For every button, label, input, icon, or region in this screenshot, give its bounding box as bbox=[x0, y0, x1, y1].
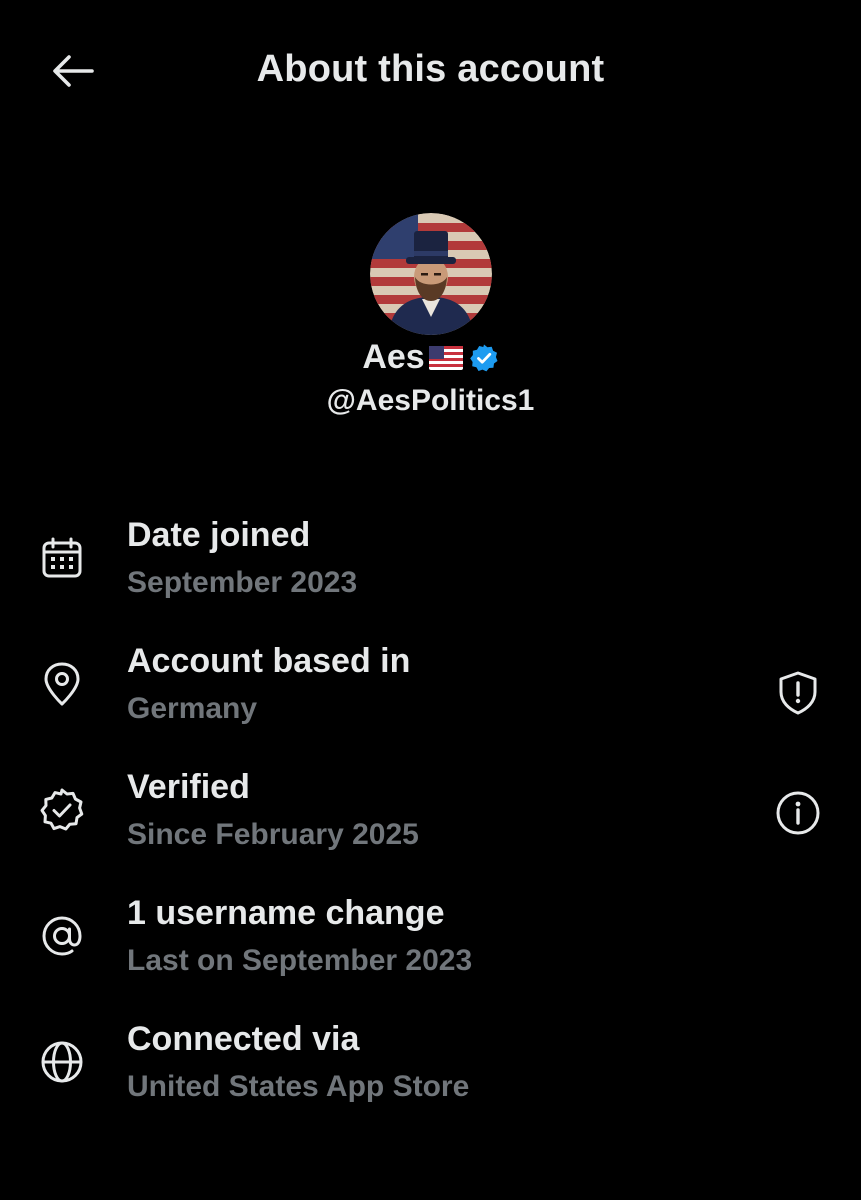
location-pin-icon bbox=[38, 660, 86, 708]
calendar-icon bbox=[38, 534, 86, 582]
row-subtitle: Last on September 2023 bbox=[127, 944, 473, 977]
info-icon[interactable] bbox=[773, 788, 823, 838]
us-flag-icon bbox=[428, 345, 463, 370]
verified-outline-icon bbox=[38, 786, 86, 834]
row-title: Connected via bbox=[127, 1020, 360, 1058]
avatar[interactable] bbox=[370, 213, 492, 335]
row-title: Account based in bbox=[127, 642, 411, 680]
top-bar: About this account bbox=[0, 0, 861, 140]
row-subtitle: September 2023 bbox=[127, 566, 358, 599]
row-subtitle: Germany bbox=[127, 692, 258, 725]
row-subtitle: United States App Store bbox=[127, 1070, 470, 1103]
date-joined-row: Date joined September 2023 bbox=[0, 516, 861, 626]
row-title: 1 username change bbox=[127, 894, 445, 932]
at-sign-icon bbox=[38, 912, 86, 960]
verified-row: Verified Since February 2025 bbox=[0, 768, 861, 878]
globe-icon bbox=[38, 1038, 86, 1086]
connected-via-row: Connected via United States App Store bbox=[0, 1020, 861, 1130]
username-handle: @AesPolitics1 bbox=[326, 384, 535, 417]
row-subtitle: Since February 2025 bbox=[127, 818, 419, 851]
display-name: Aes bbox=[362, 338, 425, 376]
row-title: Date joined bbox=[127, 516, 311, 554]
page-title: About this account bbox=[256, 48, 605, 90]
row-title: Verified bbox=[127, 768, 250, 806]
display-name-row: Aes bbox=[0, 338, 861, 377]
verified-badge-icon[interactable] bbox=[469, 343, 499, 373]
account-based-in-row: Account based in Germany bbox=[0, 642, 861, 752]
username-change-row: 1 username change Last on September 2023 bbox=[0, 894, 861, 1004]
shield-alert-icon[interactable] bbox=[773, 668, 823, 718]
